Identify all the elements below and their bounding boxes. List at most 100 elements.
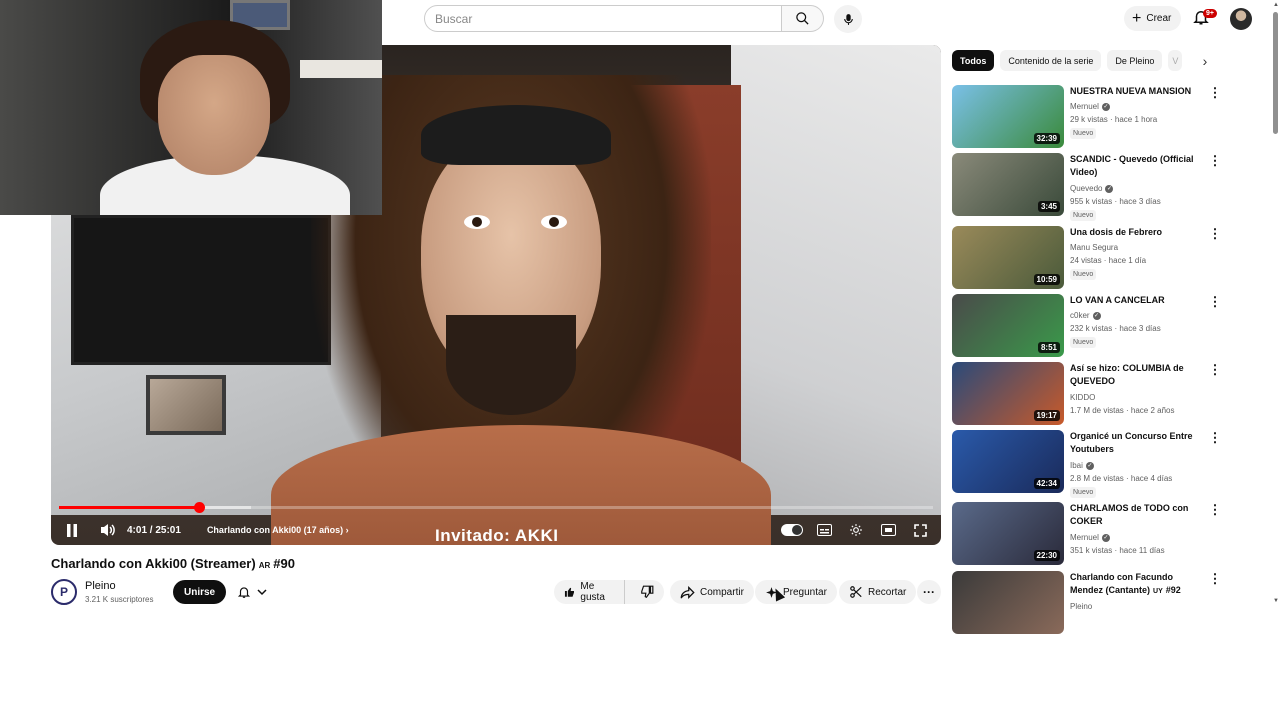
chip-series-content[interactable]: Contenido de la serie	[1000, 50, 1102, 71]
channel-name[interactable]: Pleino	[85, 580, 116, 592]
clip-button[interactable]: Recortar	[839, 580, 917, 604]
new-badge: Nuevo	[1070, 128, 1097, 139]
recommendation-channel-name: Manu Segura	[1070, 243, 1119, 252]
recommendation-item[interactable]: 8:51 LO VAN A CANCELAR c0ker ✓ 232 k vistas …	[952, 294, 1222, 358]
chevron-right-icon: ›	[345, 525, 349, 535]
recommendation-thumbnail[interactable]: 10:59	[952, 226, 1064, 289]
channel-avatar[interactable]: P	[51, 579, 77, 605]
recommendation-title[interactable]: CHARLAMOS de TODO con COKER	[1070, 502, 1194, 528]
chip-all[interactable]: Todos	[952, 50, 995, 71]
recommendation-channel[interactable]: Ibai ✓	[1070, 461, 1094, 470]
settings-button[interactable]	[845, 519, 867, 541]
chip-more[interactable]: V	[1168, 50, 1183, 71]
chips-next-button[interactable]: ›	[1197, 52, 1213, 70]
progress-bar[interactable]	[59, 502, 933, 513]
recommendation-title[interactable]: Organicé un Concurso Entre Youtubers	[1070, 430, 1194, 456]
recommendation-item[interactable]: 32:39 NUESTRA NUEVA MANSION Mernuel ✓ 29 k v…	[952, 85, 1222, 149]
subtitles-button[interactable]	[813, 519, 835, 541]
recommendation-channel[interactable]: Manu Segura	[1070, 243, 1118, 252]
thumbs-down-icon	[641, 585, 654, 598]
recommendation-title[interactable]: Charlando con Facundo Mendez (Cantante) U…	[1070, 571, 1194, 598]
search-button[interactable]	[782, 5, 824, 32]
more-vertical-icon[interactable]: ⋮	[1208, 85, 1222, 101]
like-button[interactable]: Me gusta	[554, 580, 625, 604]
fullscreen-button[interactable]	[909, 519, 931, 541]
recommendation-channel[interactable]: c0ker ✓	[1070, 311, 1101, 320]
autoplay-toggle[interactable]	[781, 519, 803, 541]
scrollbar[interactable]: ▲ ▼	[1271, 0, 1280, 610]
fullscreen-icon	[913, 523, 927, 537]
time-display: 4:01 / 25:01	[127, 524, 181, 536]
video-title-text: Charlando con Akki00 (Streamer)	[51, 556, 256, 571]
recommendation-thumbnail[interactable]: 19:17	[952, 362, 1064, 425]
create-button[interactable]: + Crear	[1124, 6, 1182, 31]
more-vertical-icon[interactable]: ⋮	[1208, 502, 1222, 518]
recommendation-item[interactable]: 22:30 CHARLAMOS de TODO con COKER Mernuel ✓…	[952, 502, 1222, 566]
voice-search-button[interactable]	[834, 5, 862, 33]
progress-scrubber[interactable]	[193, 502, 205, 513]
video-background	[146, 375, 226, 435]
recommendation-channel[interactable]: Quevedo ✓	[1070, 184, 1114, 193]
video-subject-beard	[446, 315, 576, 415]
new-badge: Nuevo	[1070, 210, 1097, 221]
join-button[interactable]: Unirse	[173, 580, 227, 604]
theater-mode-button[interactable]	[877, 519, 899, 541]
dislike-button[interactable]	[630, 580, 664, 604]
recommendation-channel[interactable]: KIDDO	[1070, 393, 1095, 402]
scroll-up-icon[interactable]: ▲	[1273, 2, 1279, 8]
video-title-episode: #90	[273, 556, 295, 571]
more-actions-button[interactable]: ···	[917, 580, 941, 604]
more-vertical-icon[interactable]: ⋮	[1208, 571, 1222, 587]
pause-button[interactable]	[61, 519, 83, 541]
recommendation-title[interactable]: LO VAN A CANCELAR	[1070, 294, 1194, 307]
more-vertical-icon[interactable]: ⋮	[1208, 153, 1222, 169]
recommendation-thumbnail[interactable]: 22:30	[952, 502, 1064, 565]
volume-button[interactable]	[97, 519, 119, 541]
recommendation-thumbnail[interactable]: 8:51	[952, 294, 1064, 357]
player-controls: 4:01 / 25:01 Charlando con Akki00 (17 añ…	[51, 515, 941, 545]
search-icon	[796, 12, 809, 25]
chapter-title[interactable]: Charlando con Akki00 (17 años) ›	[207, 525, 349, 535]
recommendation-channel-name: Pleino	[1070, 602, 1093, 611]
share-button[interactable]: Compartir	[670, 580, 754, 604]
recommendation-thumbnail[interactable]	[952, 571, 1064, 634]
verified-icon: ✓	[1085, 461, 1094, 470]
toggle-icon	[781, 524, 803, 536]
recommendation-meta: 29 k vistas · hace 1 hora	[1070, 115, 1158, 124]
recommendation-title[interactable]: Así se hizo: COLUMBIA de QUEVEDO	[1070, 362, 1194, 388]
recommendation-item[interactable]: Charlando con Facundo Mendez (Cantante) U…	[952, 571, 1222, 635]
more-vertical-icon[interactable]: ⋮	[1208, 294, 1222, 310]
recommendation-item[interactable]: 42:34 Organicé un Concurso Entre Youtuber…	[952, 430, 1222, 498]
more-vertical-icon[interactable]: ⋮	[1208, 362, 1222, 378]
more-vertical-icon[interactable]: ⋮	[1208, 430, 1222, 446]
notifications-badge: 9+	[1203, 9, 1217, 18]
recommendation-item[interactable]: 10:59 Una dosis de Febrero Manu Segura 24 v…	[952, 226, 1222, 290]
recommendation-title[interactable]: Una dosis de Febrero	[1070, 226, 1194, 239]
search-input[interactable]: Buscar	[424, 5, 782, 32]
verified-icon: ✓	[1101, 102, 1110, 111]
chip-from-channel[interactable]: De Pleino	[1107, 50, 1163, 71]
recommendation-title[interactable]: SCANDIC - Quevedo (Official Video)	[1070, 153, 1194, 179]
recommendation-item[interactable]: 19:17 Así se hizo: COLUMBIA de QUEVEDO KID…	[952, 362, 1222, 426]
verified-icon: ✓	[1092, 311, 1101, 320]
recommendation-thumbnail[interactable]: 32:39	[952, 85, 1064, 148]
recommendation-channel[interactable]: Mernuel ✓	[1070, 533, 1110, 542]
subscription-notifications-button[interactable]	[228, 580, 276, 604]
filter-chips: Todos Contenido de la serie De Pleino V	[952, 50, 1183, 71]
recommendation-item[interactable]: 3:45 SCANDIC - Quevedo (Official Video) Qu…	[952, 153, 1222, 221]
more-vertical-icon[interactable]: ⋮	[1208, 226, 1222, 242]
chevron-down-icon	[257, 589, 267, 596]
recommendation-channel-name: Ibai	[1070, 461, 1083, 470]
ask-button[interactable]: Preguntar	[755, 580, 837, 604]
recommendation-thumbnail[interactable]: 3:45	[952, 153, 1064, 216]
recommendation-channel[interactable]: Mernuel ✓	[1070, 102, 1110, 111]
recommendation-title[interactable]: NUESTRA NUEVA MANSION	[1070, 85, 1194, 98]
recommendation-channel[interactable]: Pleino	[1070, 602, 1092, 611]
more-horizontal-icon: ···	[923, 585, 935, 599]
recommendation-thumbnail[interactable]: 42:34	[952, 430, 1064, 493]
scroll-down-icon[interactable]: ▼	[1273, 598, 1279, 604]
recommendation-meta: 2.8 M de vistas · hace 4 días	[1070, 474, 1173, 483]
webcam-overlay	[0, 0, 382, 215]
account-avatar[interactable]	[1230, 8, 1252, 30]
scroll-thumb[interactable]	[1273, 12, 1278, 134]
